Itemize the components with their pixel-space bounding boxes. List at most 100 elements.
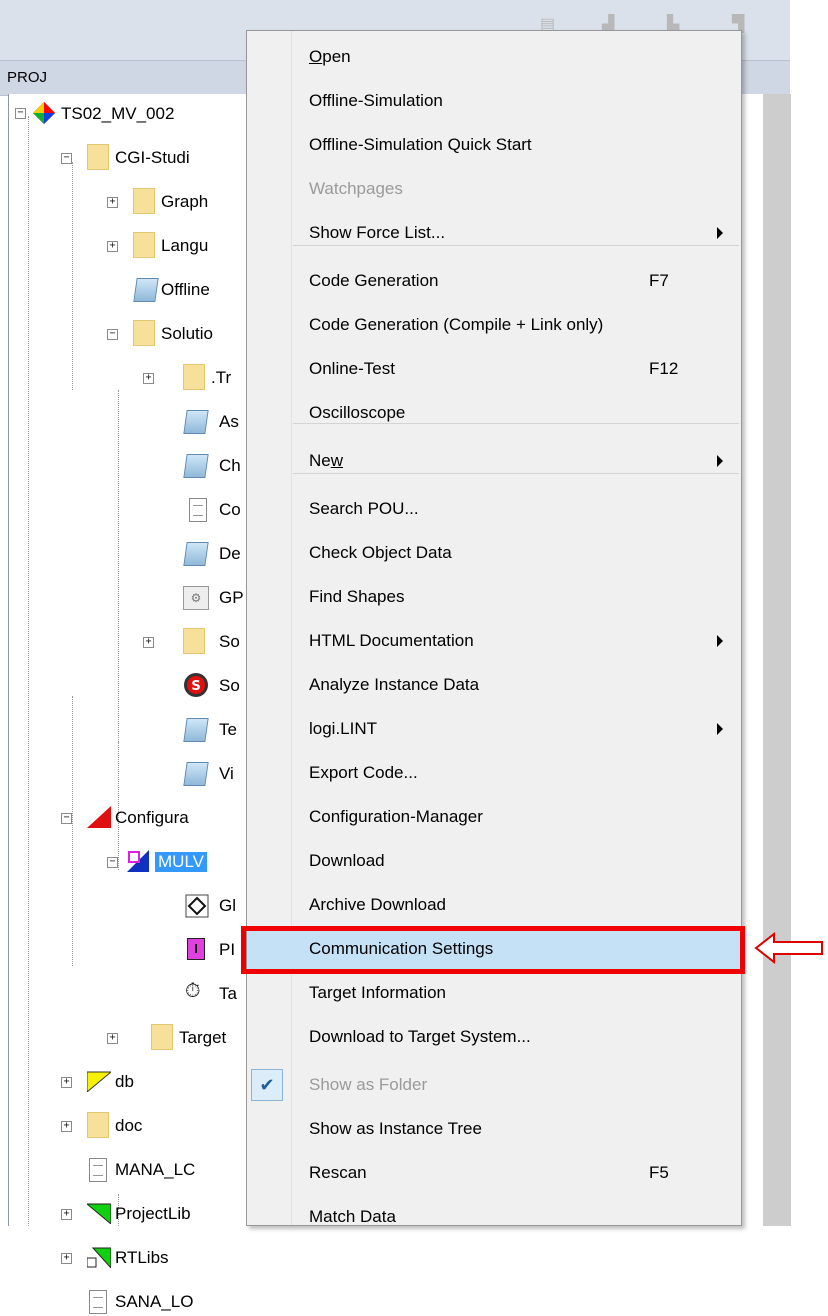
tree-line bbox=[28, 116, 29, 1226]
menu-item-label: Offline-Simulation bbox=[309, 91, 443, 110]
tree-label: So bbox=[219, 632, 240, 651]
menu-item-label: HTML Documentation bbox=[309, 631, 474, 650]
tree-label: Ch bbox=[219, 456, 241, 475]
folder-icon bbox=[133, 188, 155, 214]
worksheet-icon bbox=[133, 278, 159, 302]
expand-icon[interactable]: + bbox=[107, 1033, 118, 1044]
submenu-arrow-icon bbox=[717, 455, 723, 467]
io-chip-icon: I bbox=[187, 938, 205, 960]
menu-item-export-code[interactable]: Export Code... bbox=[247, 751, 741, 795]
tree-label: As bbox=[219, 412, 239, 431]
stopwatch-icon: ⏱ bbox=[185, 980, 201, 1002]
menu-item-code-generation-compile-link-only[interactable]: Code Generation (Compile + Link only) bbox=[247, 303, 741, 347]
menu-item-rescan[interactable]: Rescan F5 bbox=[247, 1151, 741, 1195]
collapse-icon[interactable]: − bbox=[61, 813, 72, 824]
worksheet-icon bbox=[183, 718, 209, 742]
menu-item-label: Download to Target System... bbox=[309, 1027, 531, 1046]
menu-item-label: Online-Test bbox=[309, 359, 395, 378]
menu-item-label: Archive Download bbox=[309, 895, 447, 914]
menu-item-shortcut: F12 bbox=[649, 359, 679, 378]
expand-icon[interactable]: + bbox=[61, 1209, 72, 1220]
configuration-icon bbox=[87, 806, 111, 828]
menu-item-match-data[interactable]: Match Data bbox=[247, 1195, 741, 1239]
menu-item-show-force-list[interactable]: Show Force List... bbox=[247, 211, 741, 255]
menu-item-label: Configuration-Manager bbox=[309, 807, 483, 826]
menu-item-online-test[interactable]: Online-Test F12 bbox=[247, 347, 741, 391]
menu-item-archive-download[interactable]: Archive Download bbox=[247, 883, 741, 927]
expand-icon[interactable]: + bbox=[61, 1253, 72, 1264]
menu-item-offline-simulation-quick-start[interactable]: Offline-Simulation Quick Start bbox=[247, 123, 741, 167]
menu-item-label: Code Generation bbox=[309, 271, 439, 290]
tree-label: SANA_LO bbox=[115, 1292, 194, 1311]
collapse-icon[interactable]: − bbox=[107, 857, 118, 868]
green-flag-link-icon bbox=[87, 1247, 111, 1268]
document-icon bbox=[89, 1158, 107, 1182]
tree-label-selected: MULV bbox=[155, 852, 207, 872]
tree-label: Gl bbox=[219, 896, 236, 915]
green-flag-icon bbox=[87, 1203, 111, 1224]
folder-icon bbox=[133, 232, 155, 258]
folder-icon bbox=[133, 320, 155, 346]
expand-icon[interactable]: + bbox=[107, 197, 118, 208]
menu-item-show-as-instance-tree[interactable]: Show as Instance Tree bbox=[247, 1107, 741, 1151]
menu-item-search-pou[interactable]: Search POU... bbox=[247, 487, 741, 531]
tree-label: So bbox=[219, 676, 240, 695]
panel-title: PROJ bbox=[7, 69, 48, 86]
tree-label: CGI-Studi bbox=[115, 148, 190, 167]
check-icon: ✔ bbox=[251, 1069, 283, 1101]
menu-item-configuration-manager[interactable]: Configuration-Manager bbox=[247, 795, 741, 839]
tree-label: Configura bbox=[115, 808, 189, 827]
context-menu: Open Offline-Simulation Offline-Simulation… bbox=[246, 30, 742, 1226]
menu-item-label: Show Force List... bbox=[309, 223, 446, 242]
menu-item-analyze-instance-data[interactable]: Analyze Instance Data bbox=[247, 663, 741, 707]
tree-label: ProjectLib bbox=[115, 1204, 191, 1223]
menu-item-check-object-data[interactable]: Check Object Data bbox=[247, 531, 741, 575]
submenu-arrow-icon bbox=[717, 723, 723, 735]
menu-item-code-generation[interactable]: Code Generation F7 bbox=[247, 259, 741, 303]
submenu-arrow-icon bbox=[717, 227, 723, 239]
menu-item-label: Check Object Data bbox=[309, 543, 452, 562]
menu-item-find-shapes[interactable]: Find Shapes bbox=[247, 575, 741, 619]
menu-item-label: Show as Instance Tree bbox=[309, 1119, 482, 1138]
tree-label: Ta bbox=[219, 984, 237, 1003]
tree-label: Graph bbox=[161, 192, 209, 211]
tree-line bbox=[72, 162, 73, 390]
collapse-icon[interactable]: − bbox=[107, 329, 118, 340]
tree-label: Target bbox=[179, 1028, 227, 1047]
vertical-scrollbar[interactable] bbox=[762, 94, 791, 1226]
expand-icon[interactable]: + bbox=[107, 241, 118, 252]
document-icon bbox=[189, 498, 207, 522]
collapse-icon[interactable]: − bbox=[15, 108, 26, 119]
menu-item-open[interactable]: Open bbox=[247, 35, 741, 79]
menu-item-logi-lint[interactable]: logi.LINT bbox=[247, 707, 741, 751]
menu-item-download[interactable]: Download bbox=[247, 839, 741, 883]
expand-icon[interactable]: + bbox=[61, 1077, 72, 1088]
tree-label: TS02_MV_002 bbox=[61, 104, 175, 123]
menu-item-label: New bbox=[309, 451, 344, 470]
tree-label: GP bbox=[219, 588, 244, 607]
menu-item-html-documentation[interactable]: HTML Documentation bbox=[247, 619, 741, 663]
annotation-arrow-icon bbox=[754, 932, 823, 964]
annotation-highlight-box bbox=[241, 926, 745, 974]
menu-item-label: Download bbox=[309, 851, 385, 870]
menu-item-offline-simulation[interactable]: Offline-Simulation bbox=[247, 79, 741, 123]
menu-item-new[interactable]: New bbox=[247, 439, 741, 483]
tree-label: RTLibs bbox=[115, 1248, 169, 1267]
folder-icon bbox=[87, 144, 109, 170]
tree-label: doc bbox=[115, 1116, 143, 1135]
worksheet-icon bbox=[183, 542, 209, 566]
document-icon bbox=[89, 1290, 107, 1314]
expand-icon[interactable]: + bbox=[143, 637, 154, 648]
worksheet-icon bbox=[183, 454, 209, 478]
menu-item-download-to-target-system[interactable]: Download to Target System... bbox=[247, 1015, 741, 1059]
menu-item-oscilloscope[interactable]: Oscilloscope bbox=[247, 391, 741, 435]
menu-item-target-information[interactable]: Target Information bbox=[247, 971, 741, 1015]
tree-label: Vi bbox=[219, 764, 234, 783]
menu-item-label: logi.LINT bbox=[309, 719, 378, 738]
expand-icon[interactable]: + bbox=[143, 373, 154, 384]
folder-icon bbox=[87, 1112, 109, 1138]
collapse-icon[interactable]: − bbox=[61, 153, 72, 164]
menu-item-label: Rescan bbox=[309, 1163, 367, 1182]
expand-icon[interactable]: + bbox=[61, 1121, 72, 1132]
menu-item-shortcut: F7 bbox=[649, 271, 669, 290]
